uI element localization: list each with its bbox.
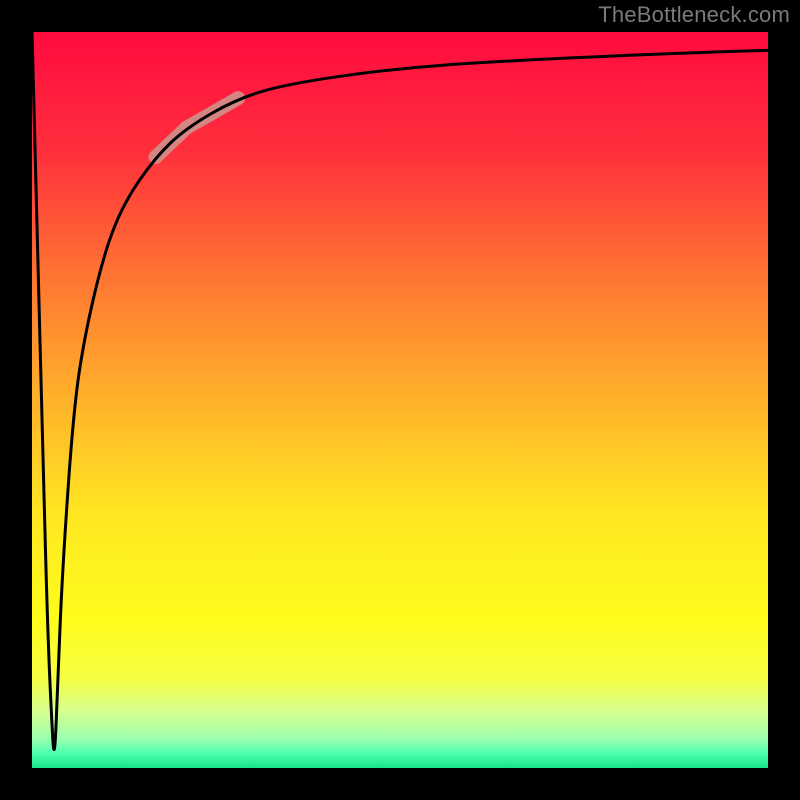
chart-frame: TheBottleneck.com — [0, 0, 800, 800]
plot-area — [32, 32, 768, 768]
gradient-background — [32, 32, 768, 768]
plot-svg — [32, 32, 768, 768]
attribution-label: TheBottleneck.com — [598, 2, 790, 28]
